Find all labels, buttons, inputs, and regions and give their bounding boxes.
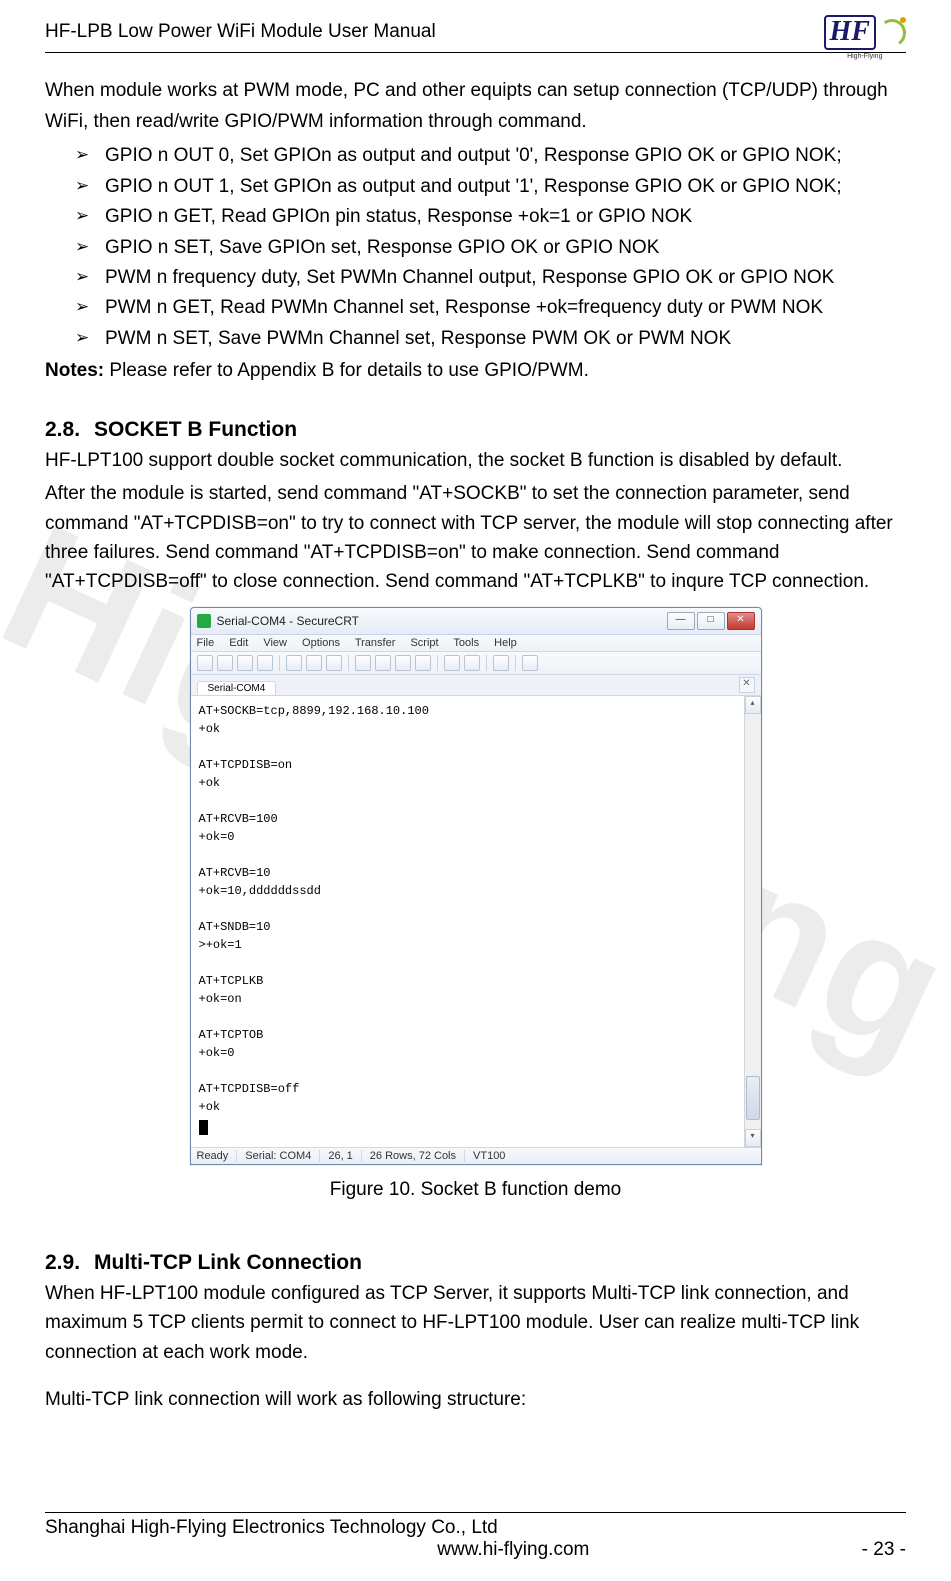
maximize-button[interactable]: □: [697, 612, 725, 630]
toolbar-icon[interactable]: [493, 655, 509, 671]
toolbar-icon[interactable]: [444, 655, 460, 671]
app-icon: [197, 614, 211, 628]
window-titlebar: Serial-COM4 - SecureCRT — □ ✕: [191, 608, 761, 635]
tab-serial-com4[interactable]: Serial-COM4: [197, 681, 277, 695]
toolbar-icon[interactable]: [306, 655, 322, 671]
list-item: GPIO n GET, Read GPIOn pin status, Respo…: [75, 202, 906, 232]
close-button[interactable]: ✕: [727, 612, 755, 630]
footer-company: Shanghai High-Flying Electronics Technol…: [45, 1517, 906, 1539]
toolbar-icon[interactable]: [522, 655, 538, 671]
toolbar-icon[interactable]: [355, 655, 371, 671]
menu-file[interactable]: File: [197, 637, 215, 649]
menu-edit[interactable]: Edit: [229, 637, 248, 649]
toolbar-icon[interactable]: [286, 655, 302, 671]
scroll-track[interactable]: [745, 713, 761, 1130]
figure-10: Serial-COM4 - SecureCRT — □ ✕ File Edit …: [45, 607, 906, 1201]
status-term-size: 26 Rows, 72 Cols: [370, 1150, 465, 1162]
minimize-button[interactable]: —: [667, 612, 695, 630]
command-list: GPIO n OUT 0, Set GPIOn as output and ou…: [45, 141, 906, 354]
list-item: GPIO n OUT 0, Set GPIOn as output and ou…: [75, 141, 906, 171]
terminal-output: AT+SOCKB=tcp,8899,192.168.10.100 +ok AT+…: [199, 702, 757, 1116]
toolbar-icon[interactable]: [375, 655, 391, 671]
toolbar-separator: [515, 655, 516, 671]
toolbar-icon[interactable]: [257, 655, 273, 671]
section-title: SOCKET B Function: [94, 418, 297, 441]
sec28-p1: HF-LPT100 support double socket communic…: [45, 446, 906, 475]
toolbar-icon[interactable]: [237, 655, 253, 671]
section-2-9-heading: 2.9. Multi-TCP Link Connection: [45, 1251, 906, 1275]
intro-paragraph: When module works at PWM mode, PC and ot…: [45, 75, 906, 138]
scroll-thumb[interactable]: [746, 1076, 760, 1120]
status-ready: Ready: [197, 1150, 238, 1162]
toolbar-icon[interactable]: [395, 655, 411, 671]
scroll-up-icon[interactable]: ▴: [745, 696, 761, 714]
menu-help[interactable]: Help: [494, 637, 517, 649]
brand-logo: HF High-Flying: [824, 15, 906, 50]
tab-close-icon[interactable]: ✕: [739, 677, 755, 693]
list-item: PWM n GET, Read PWMn Channel set, Respon…: [75, 293, 906, 323]
sec29-p2: Multi-TCP link connection will work as f…: [45, 1385, 906, 1414]
page-header: HF-LPB Low Power WiFi Module User Manual…: [45, 15, 906, 53]
sec29-p1: When HF-LPT100 module configured as TCP …: [45, 1279, 906, 1367]
toolbar-icon[interactable]: [415, 655, 431, 671]
list-item: GPIO n OUT 1, Set GPIOn as output and ou…: [75, 172, 906, 202]
list-item: PWM n SET, Save PWMn Channel set, Respon…: [75, 324, 906, 354]
toolbar-separator: [437, 655, 438, 671]
list-item: GPIO n SET, Save GPIOn set, Response GPI…: [75, 233, 906, 263]
toolbar-separator: [348, 655, 349, 671]
cursor-icon: [199, 1120, 208, 1135]
status-cursor-pos: 26, 1: [328, 1150, 361, 1162]
status-port: Serial: COM4: [245, 1150, 320, 1162]
section-title: Multi-TCP Link Connection: [94, 1251, 362, 1274]
sec28-p2: After the module is started, send comman…: [45, 479, 906, 597]
logo-sublabel: High-Flying: [847, 53, 882, 60]
menubar: File Edit View Options Transfer Script T…: [191, 635, 761, 652]
header-title: HF-LPB Low Power WiFi Module User Manual: [45, 21, 436, 43]
tab-bar: Serial-COM4 ✕: [191, 675, 761, 696]
terminal-area[interactable]: AT+SOCKB=tcp,8899,192.168.10.100 +ok AT+…: [191, 696, 761, 1147]
toolbar-icon[interactable]: [326, 655, 342, 671]
list-item: PWM n frequency duty, Set PWMn Channel o…: [75, 263, 906, 293]
status-bar: Ready Serial: COM4 26, 1 26 Rows, 72 Col…: [191, 1147, 761, 1164]
notes-label: Notes:: [45, 360, 104, 381]
section-2-8-heading: 2.8. SOCKET B Function: [45, 418, 906, 442]
menu-script[interactable]: Script: [410, 637, 438, 649]
toolbar: [191, 652, 761, 675]
toolbar-separator: [486, 655, 487, 671]
figure-caption: Figure 10. Socket B function demo: [45, 1179, 906, 1201]
window-title: Serial-COM4 - SecureCRT: [217, 614, 667, 628]
menu-options[interactable]: Options: [302, 637, 340, 649]
securecrt-window: Serial-COM4 - SecureCRT — □ ✕ File Edit …: [190, 607, 762, 1165]
toolbar-separator: [279, 655, 280, 671]
page-number: - 23 -: [862, 1539, 906, 1561]
status-emulation: VT100: [473, 1150, 513, 1162]
menu-tools[interactable]: Tools: [453, 637, 479, 649]
menu-transfer[interactable]: Transfer: [355, 637, 396, 649]
footer-url: www.hi-flying.com: [437, 1539, 589, 1561]
toolbar-icon[interactable]: [464, 655, 480, 671]
toolbar-icon[interactable]: [217, 655, 233, 671]
page-footer: Shanghai High-Flying Electronics Technol…: [45, 1512, 906, 1561]
menu-view[interactable]: View: [263, 637, 287, 649]
toolbar-icon[interactable]: [197, 655, 213, 671]
logo-swoosh-icon: [878, 15, 906, 49]
scrollbar[interactable]: ▴ ▾: [744, 696, 761, 1147]
section-number: 2.9.: [45, 1251, 80, 1274]
notes-text: Please refer to Appendix B for details t…: [104, 360, 589, 381]
scroll-down-icon[interactable]: ▾: [745, 1129, 761, 1147]
logo-hf-text: HF: [824, 15, 876, 50]
section-number: 2.8.: [45, 418, 80, 441]
notes-line: Notes: Please refer to Appendix B for de…: [45, 356, 906, 385]
